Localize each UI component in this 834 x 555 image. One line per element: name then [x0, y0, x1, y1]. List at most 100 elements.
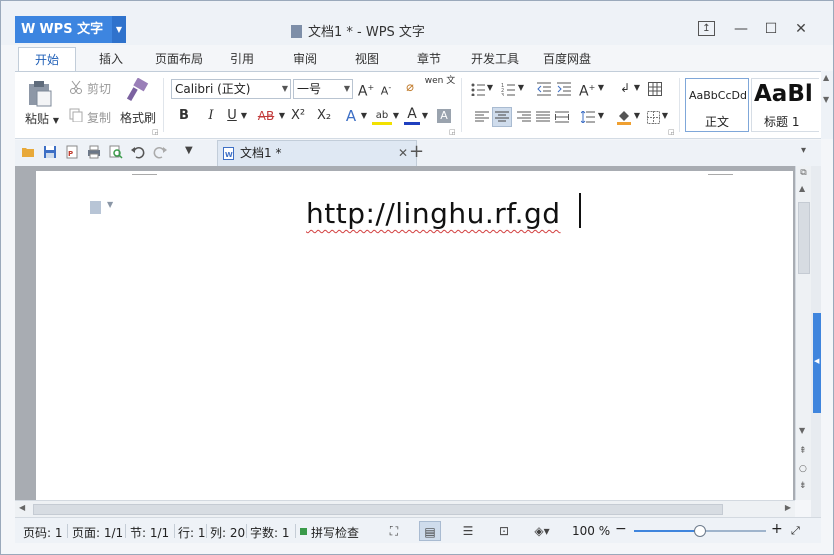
status-page-number[interactable]: 页码: 1: [23, 524, 63, 541]
fit-window-icon[interactable]: ⤢: [791, 524, 800, 538]
next-page-icon[interactable]: ⇟: [799, 481, 807, 491]
dialog-launcher-icon[interactable]: ◲: [449, 128, 456, 136]
zoom-slider-knob[interactable]: [694, 525, 706, 537]
status-page-count[interactable]: 页面: 1/1: [72, 524, 123, 541]
align-left-icon[interactable]: [475, 111, 489, 123]
tab-view[interactable]: 视图: [347, 47, 387, 71]
chevron-down-icon[interactable]: ▼: [421, 107, 429, 127]
document-tab[interactable]: W 文档1 * ✕: [217, 140, 417, 166]
tab-developer[interactable]: 开发工具: [465, 47, 525, 71]
align-center-button[interactable]: [492, 107, 512, 127]
undo-icon[interactable]: [131, 145, 145, 159]
customize-toolbar-icon[interactable]: ▼: [185, 145, 193, 156]
chevron-down-icon[interactable]: ▼: [107, 200, 113, 209]
copy-button[interactable]: 复制: [87, 109, 111, 126]
chevron-up-icon[interactable]: ▲: [823, 73, 829, 82]
decrease-indent-icon[interactable]: [537, 82, 551, 96]
dialog-launcher-icon[interactable]: ◲: [152, 128, 159, 136]
document-page[interactable]: ▼ http://linghu.rf.gd: [36, 171, 793, 500]
increase-indent-icon[interactable]: [557, 82, 571, 96]
close-tab-icon[interactable]: ✕: [398, 141, 408, 165]
status-word-count[interactable]: 字数: 1: [250, 524, 290, 541]
chevron-down-icon[interactable]: ▼: [53, 116, 59, 125]
line-spacing-icon[interactable]: [581, 111, 595, 123]
status-column[interactable]: 列: 20: [210, 524, 245, 541]
zoom-in-button[interactable]: +: [771, 521, 783, 537]
browse-object-icon[interactable]: ○: [799, 464, 807, 474]
superscript-button[interactable]: X²: [288, 107, 308, 127]
zoom-out-button[interactable]: −: [615, 521, 627, 537]
new-tab-icon[interactable]: +: [409, 141, 424, 162]
document-text[interactable]: http://linghu.rf.gd: [306, 197, 561, 230]
paint-bucket-icon[interactable]: [616, 109, 632, 125]
align-right-icon[interactable]: [517, 111, 531, 123]
paragraph-handle-icon[interactable]: [90, 201, 101, 214]
horizontal-scroll-thumb[interactable]: [33, 504, 723, 515]
chevron-down-icon[interactable]: ▼: [392, 107, 400, 127]
tab-review[interactable]: 审阅: [285, 47, 325, 71]
tab-baidu-netdisk[interactable]: 百度网盘: [537, 47, 597, 71]
chevron-up-icon[interactable]: ▲: [799, 184, 805, 193]
app-menu-button[interactable]: W WPS 文字 ▼: [15, 16, 126, 43]
split-view-icon[interactable]: ⧉: [798, 168, 809, 179]
horizontal-scrollbar[interactable]: ◀ ▶: [15, 500, 795, 517]
restore-ribbon-icon[interactable]: ↥: [698, 21, 715, 36]
clear-format-icon[interactable]: ⌀: [401, 79, 419, 99]
borders-icon[interactable]: [647, 111, 660, 124]
chevron-down-icon[interactable]: ▼: [597, 107, 605, 127]
zoom-slider[interactable]: [634, 525, 766, 537]
outline-view-button[interactable]: ☰: [457, 521, 479, 541]
font-name-select[interactable]: Calibri (正文) ▼: [171, 79, 291, 99]
maximize-button[interactable]: ☐: [761, 21, 781, 37]
shrink-font-button[interactable]: A-: [378, 79, 394, 99]
font-color-button[interactable]: A: [404, 105, 420, 125]
pinyin-guide-button[interactable]: wen 文: [423, 76, 457, 96]
table-grid-icon[interactable]: [648, 82, 662, 96]
distributed-align-icon[interactable]: [555, 111, 569, 123]
subscript-button[interactable]: X₂: [314, 107, 334, 127]
open-folder-icon[interactable]: [21, 145, 35, 159]
char-shading-button[interactable]: A: [437, 109, 451, 123]
highlight-button[interactable]: ab: [372, 107, 392, 125]
chevron-down-icon[interactable]: ▼: [661, 107, 669, 127]
chevron-down-icon[interactable]: ▼: [799, 426, 805, 435]
zoom-value[interactable]: 100 %: [572, 524, 610, 538]
cut-button[interactable]: 剪切: [87, 80, 111, 97]
tab-page-layout[interactable]: 页面布局: [148, 47, 210, 71]
format-painter-icon[interactable]: [125, 78, 151, 104]
chevron-down-icon[interactable]: ▼: [823, 95, 829, 104]
chevron-right-icon[interactable]: ▶: [785, 503, 791, 512]
bold-button[interactable]: B: [176, 107, 192, 127]
text-effect-button[interactable]: A: [343, 107, 359, 127]
chevron-down-icon[interactable]: ▼: [277, 107, 287, 127]
style-normal[interactable]: AaBbCcDd 正文: [685, 78, 749, 132]
dialog-launcher-icon[interactable]: ◲: [668, 128, 675, 136]
chevron-down-icon[interactable]: ▼: [633, 79, 641, 99]
chevron-down-icon[interactable]: ▼: [112, 16, 126, 43]
redo-icon[interactable]: [153, 145, 167, 159]
protect-view-button[interactable]: ◈▾: [531, 521, 553, 541]
justify-icon[interactable]: [536, 111, 550, 123]
chevron-left-icon[interactable]: ◀: [19, 503, 25, 512]
chevron-down-icon[interactable]: ▼: [633, 107, 641, 127]
chevron-down-icon[interactable]: ▼: [597, 79, 605, 99]
tab-home[interactable]: 开始: [18, 47, 76, 72]
previous-page-icon[interactable]: ⇞: [799, 446, 807, 456]
web-view-button[interactable]: ⊡: [493, 521, 515, 541]
status-spell-check[interactable]: 拼写检查: [311, 524, 359, 541]
status-row[interactable]: 行: 1: [178, 524, 206, 541]
tab-references[interactable]: 引用: [222, 47, 262, 71]
style-heading1[interactable]: AaBl 标题 1: [751, 78, 819, 132]
page-view-button[interactable]: ▤: [419, 521, 441, 541]
font-size-select[interactable]: 一号 ▼: [293, 79, 353, 99]
fullscreen-icon[interactable]: ⛶: [383, 521, 405, 541]
print-preview-icon[interactable]: [109, 145, 123, 159]
italic-button[interactable]: I: [203, 107, 219, 127]
export-pdf-icon[interactable]: P: [65, 145, 79, 159]
change-case-button[interactable]: A+: [579, 79, 595, 100]
status-section[interactable]: 节: 1/1: [130, 524, 169, 541]
menu-icon[interactable]: ▾: [801, 145, 806, 156]
save-icon[interactable]: [43, 145, 57, 159]
chevron-down-icon[interactable]: ▼: [486, 79, 494, 99]
vertical-scrollbar[interactable]: ⧉ ▲ ▼ ⇞ ○ ⇟: [795, 166, 811, 500]
